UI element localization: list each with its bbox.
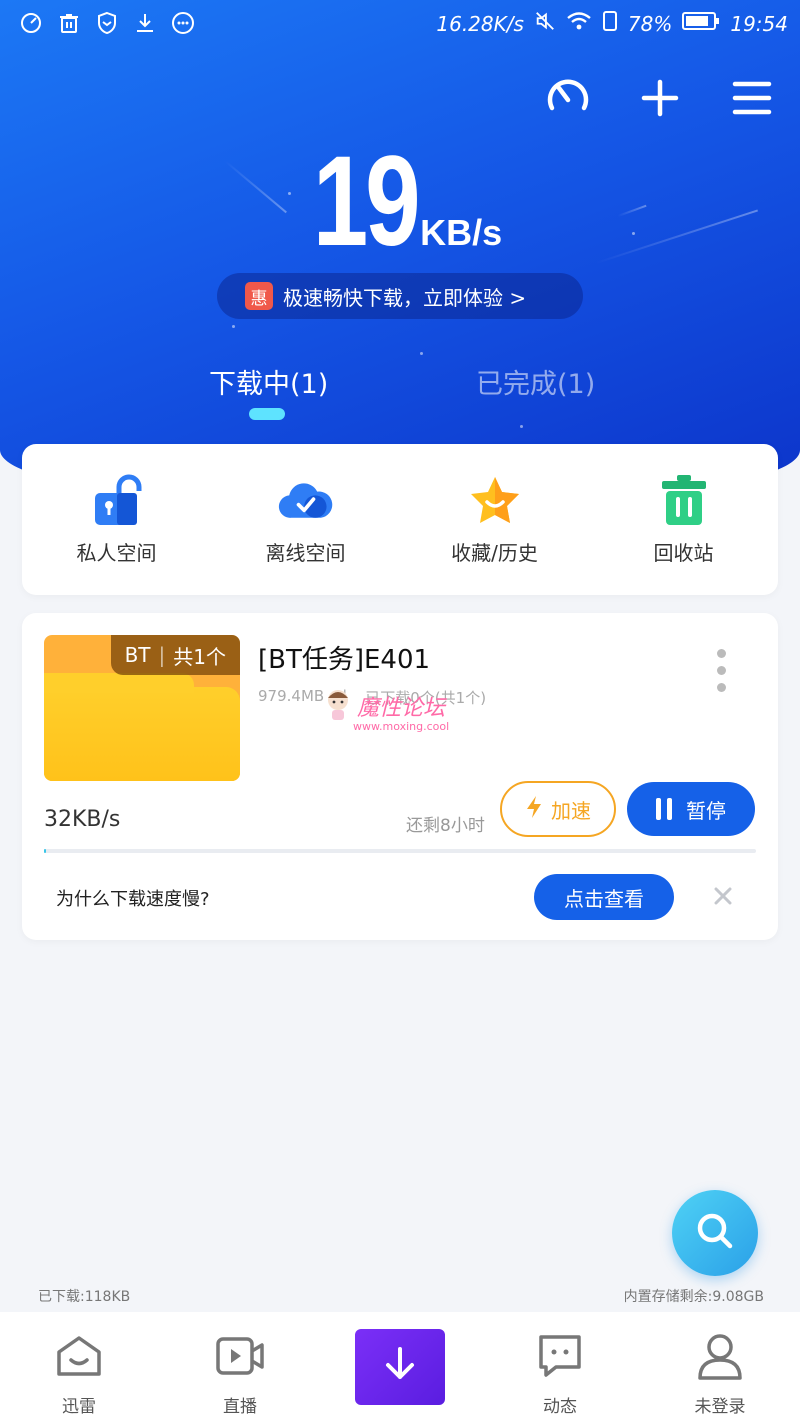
cloud-check-icon (278, 473, 334, 529)
trash-icon (656, 473, 712, 529)
bottom-navigation: 迅雷 直播 动态 未登录 (0, 1312, 800, 1422)
accelerate-button[interactable]: 加速 (500, 781, 616, 837)
tab-downloading[interactable]: 下载中(1) (209, 362, 328, 401)
download-task-card[interactable]: BT | 共1个 [BT任务]E401 979.4MB | 已下载0个(共1个)… (22, 613, 778, 940)
nav-live-label: 直播 (223, 1397, 257, 1417)
chat-icon (534, 1330, 586, 1382)
menu-icon[interactable] (728, 74, 776, 122)
speed-unit: KB/s (420, 212, 503, 253)
offline-space-button[interactable]: 离线空间 (221, 473, 391, 566)
home-icon (53, 1330, 105, 1382)
recycle-bin-label: 回收站 (653, 541, 714, 565)
bt-file-count: 共1个 (173, 644, 226, 669)
more-status-icon (170, 10, 196, 36)
task-size: 979.4MB (258, 687, 325, 705)
recycle-bin-button[interactable]: 回收站 (599, 473, 769, 566)
nav-xunlei[interactable]: 迅雷 (24, 1330, 134, 1417)
user-icon (694, 1330, 746, 1382)
private-space-button[interactable]: 私人空间 (32, 473, 202, 566)
task-thumbnail: BT | 共1个 (44, 635, 240, 781)
lock-icon (89, 473, 145, 529)
battery-percent: 78% (627, 11, 673, 36)
nav-feed[interactable]: 动态 (505, 1330, 615, 1417)
nav-account[interactable]: 未登录 (665, 1330, 775, 1417)
task-progress-fill (44, 849, 47, 853)
slow-speed-question: 为什么下载速度慢? (56, 889, 210, 910)
net-speed: 16.28K/s (436, 11, 524, 36)
task-progress-bar (44, 849, 756, 853)
promo-badge: 惠 (245, 282, 273, 310)
mute-icon (534, 10, 556, 37)
mascot-icon (325, 686, 351, 726)
pause-button[interactable]: 暂停 (627, 782, 755, 836)
sim-icon (602, 10, 618, 37)
folder-icon (44, 673, 240, 781)
favorites-history-button[interactable]: 收藏/历史 (410, 473, 580, 566)
top-toolbar (544, 74, 776, 122)
task-title[interactable]: [BT任务]E401 (258, 639, 430, 676)
status-bar: 16.28K/s 78% 19:54 (0, 0, 800, 48)
speed-value: 19 (312, 130, 421, 273)
search-button[interactable] (672, 1190, 758, 1276)
download-tabs: 下载中(1) 已完成(1) (0, 362, 800, 422)
task-remaining-time: 还剩8小时 (406, 816, 485, 836)
watermark: 魔性论坛 www.moxing.cool (325, 686, 449, 733)
nav-downloads[interactable] (355, 1329, 445, 1405)
bt-label: BT (124, 643, 151, 667)
promo-text: 极速畅快下载，立即体验 > (283, 285, 527, 310)
video-icon (214, 1330, 266, 1382)
wifi-icon (566, 10, 592, 37)
promo-banner[interactable]: 惠 极速畅快下载，立即体验 > (217, 273, 583, 319)
search-icon (695, 1211, 735, 1255)
watermark-url: www.moxing.cool (353, 720, 450, 733)
close-icon[interactable] (708, 881, 738, 911)
downloaded-total: 已下载:118KB (38, 1289, 131, 1305)
clock: 19:54 (730, 11, 788, 36)
task-speed: 32KB/s (44, 807, 121, 832)
battery-icon (682, 11, 720, 36)
tab-completed[interactable]: 已完成(1) (476, 362, 595, 401)
trash-status-icon (56, 10, 82, 36)
favorites-history-label: 收藏/历史 (451, 541, 538, 565)
lightning-icon (525, 795, 543, 824)
accelerate-label: 加速 (551, 798, 591, 823)
current-speed: 19KB/s (0, 138, 800, 266)
task-more-button[interactable] (714, 649, 728, 692)
download-status-icon (132, 10, 158, 36)
pause-icon (656, 798, 672, 820)
add-icon[interactable] (636, 74, 684, 122)
speedometer-icon[interactable] (544, 74, 592, 122)
tab-indicator (249, 408, 285, 420)
offline-space-label: 离线空间 (265, 541, 346, 565)
bt-tag: BT | 共1个 (110, 635, 240, 675)
watermark-text: 魔性论坛 (357, 696, 446, 721)
nav-feed-label: 动态 (543, 1397, 577, 1417)
star-icon (467, 473, 523, 529)
download-icon (382, 1345, 418, 1389)
nav-live[interactable]: 直播 (185, 1330, 295, 1417)
nav-xunlei-label: 迅雷 (62, 1397, 96, 1417)
storage-remaining: 内置存储剩余:9.08GB (623, 1289, 764, 1305)
check-details-button[interactable]: 点击查看 (534, 874, 674, 920)
nav-account-label: 未登录 (694, 1397, 746, 1417)
pause-label: 暂停 (686, 798, 726, 823)
clean-icon (18, 10, 44, 36)
shield-icon (94, 10, 120, 36)
private-space-label: 私人空间 (76, 541, 157, 565)
quick-actions: 私人空间 离线空间 收藏/历史 回收站 (22, 444, 778, 595)
